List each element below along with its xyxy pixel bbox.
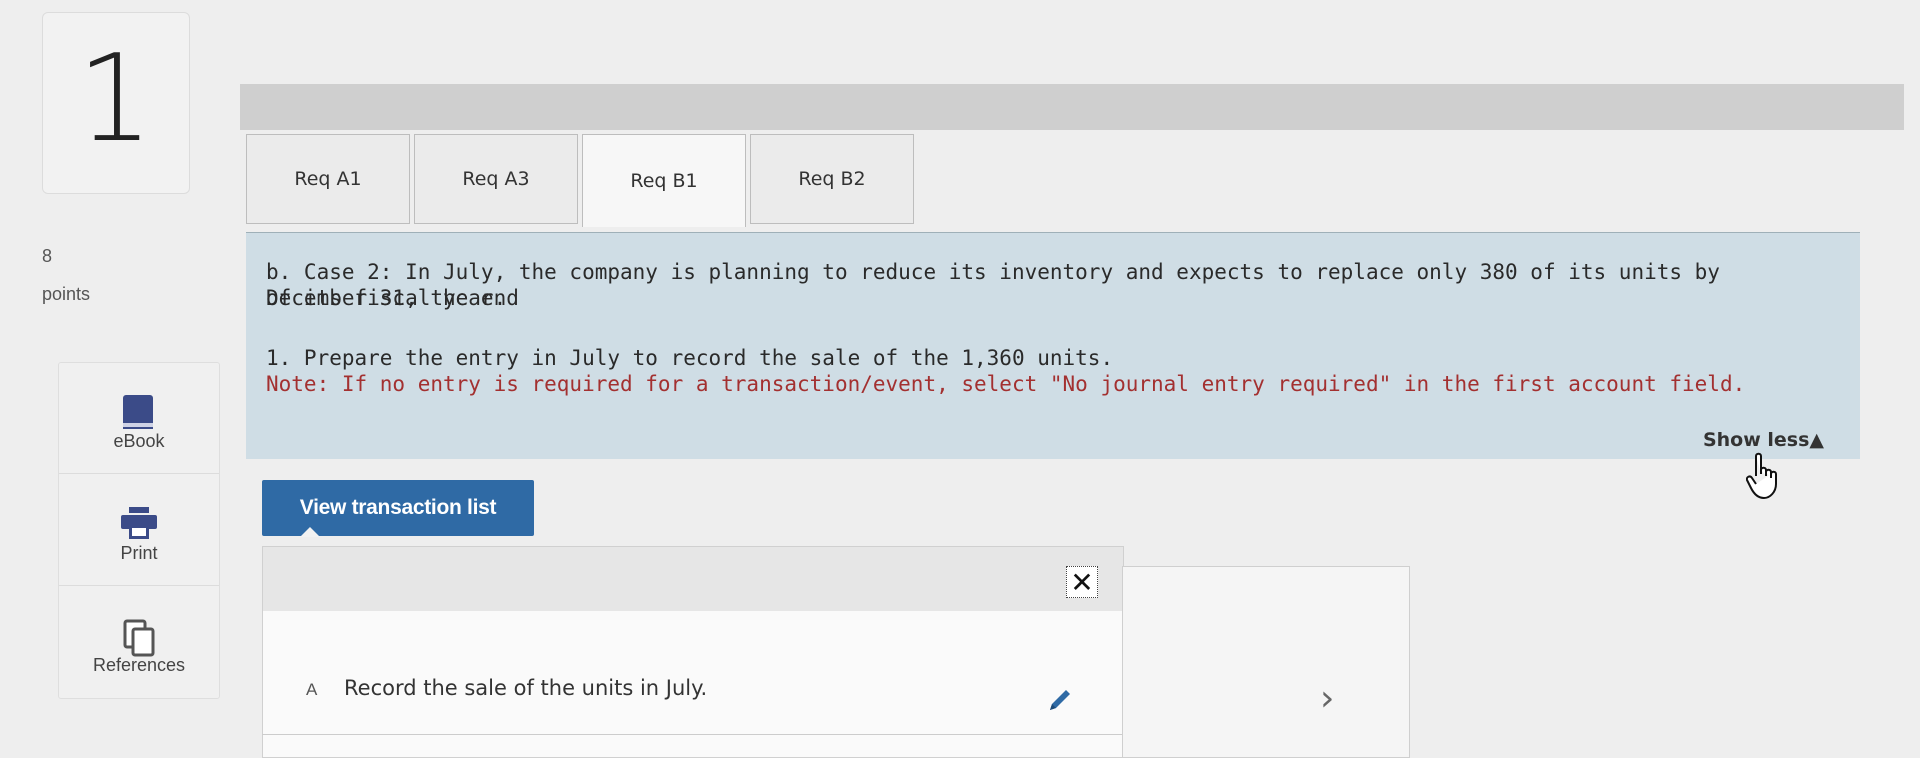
printer-icon <box>121 507 157 539</box>
transaction-row-letter: A <box>306 680 318 699</box>
question-progress-bar <box>240 84 1904 130</box>
print-button[interactable]: Print <box>59 475 219 586</box>
requirement-line-2: of its fiscal year. <box>266 286 507 310</box>
chevron-right-icon[interactable]: › <box>1320 678 1334 719</box>
question-number: 1 <box>76 30 154 169</box>
pencil-icon[interactable] <box>1044 686 1074 716</box>
copy-icon <box>123 619 155 657</box>
tab-req-b2[interactable]: Req B2 <box>750 134 914 224</box>
book-icon <box>123 395 153 429</box>
transaction-row-text: Record the sale of the units in July. <box>344 676 708 700</box>
points-value: 8 <box>42 246 53 266</box>
points-label: points <box>42 284 91 304</box>
journal-entry-panel <box>1122 566 1410 758</box>
requirement-note: Note: If no entry is required for a tran… <box>266 372 1746 396</box>
ebook-label: eBook <box>113 431 165 451</box>
references-button[interactable]: References <box>59 587 219 697</box>
print-label: Print <box>120 543 158 563</box>
view-transaction-list-button[interactable]: View transaction list <box>262 480 534 537</box>
close-button[interactable]: ✕ <box>1066 566 1098 598</box>
transaction-list-panel <box>262 546 1124 758</box>
transaction-list-header <box>263 547 1123 611</box>
show-less-link[interactable]: Show less▲ <box>1703 429 1824 451</box>
tab-req-a3[interactable]: Req A3 <box>414 134 578 224</box>
ebook-button[interactable]: eBook <box>59 363 219 474</box>
row-divider <box>262 734 1122 735</box>
requirement-instruction: 1. Prepare the entry in July to record t… <box>266 346 1114 370</box>
requirement-panel: b. Case 2: In July, the company is plann… <box>246 232 1860 459</box>
tab-req-b1[interactable]: Req B1 <box>582 134 746 227</box>
close-icon: ✕ <box>1070 566 1094 598</box>
tab-req-a1[interactable]: Req A1 <box>246 134 410 224</box>
hand-cursor-icon <box>1746 452 1777 499</box>
side-tools-panel: eBook Print References <box>58 362 220 699</box>
references-label: References <box>92 655 186 675</box>
